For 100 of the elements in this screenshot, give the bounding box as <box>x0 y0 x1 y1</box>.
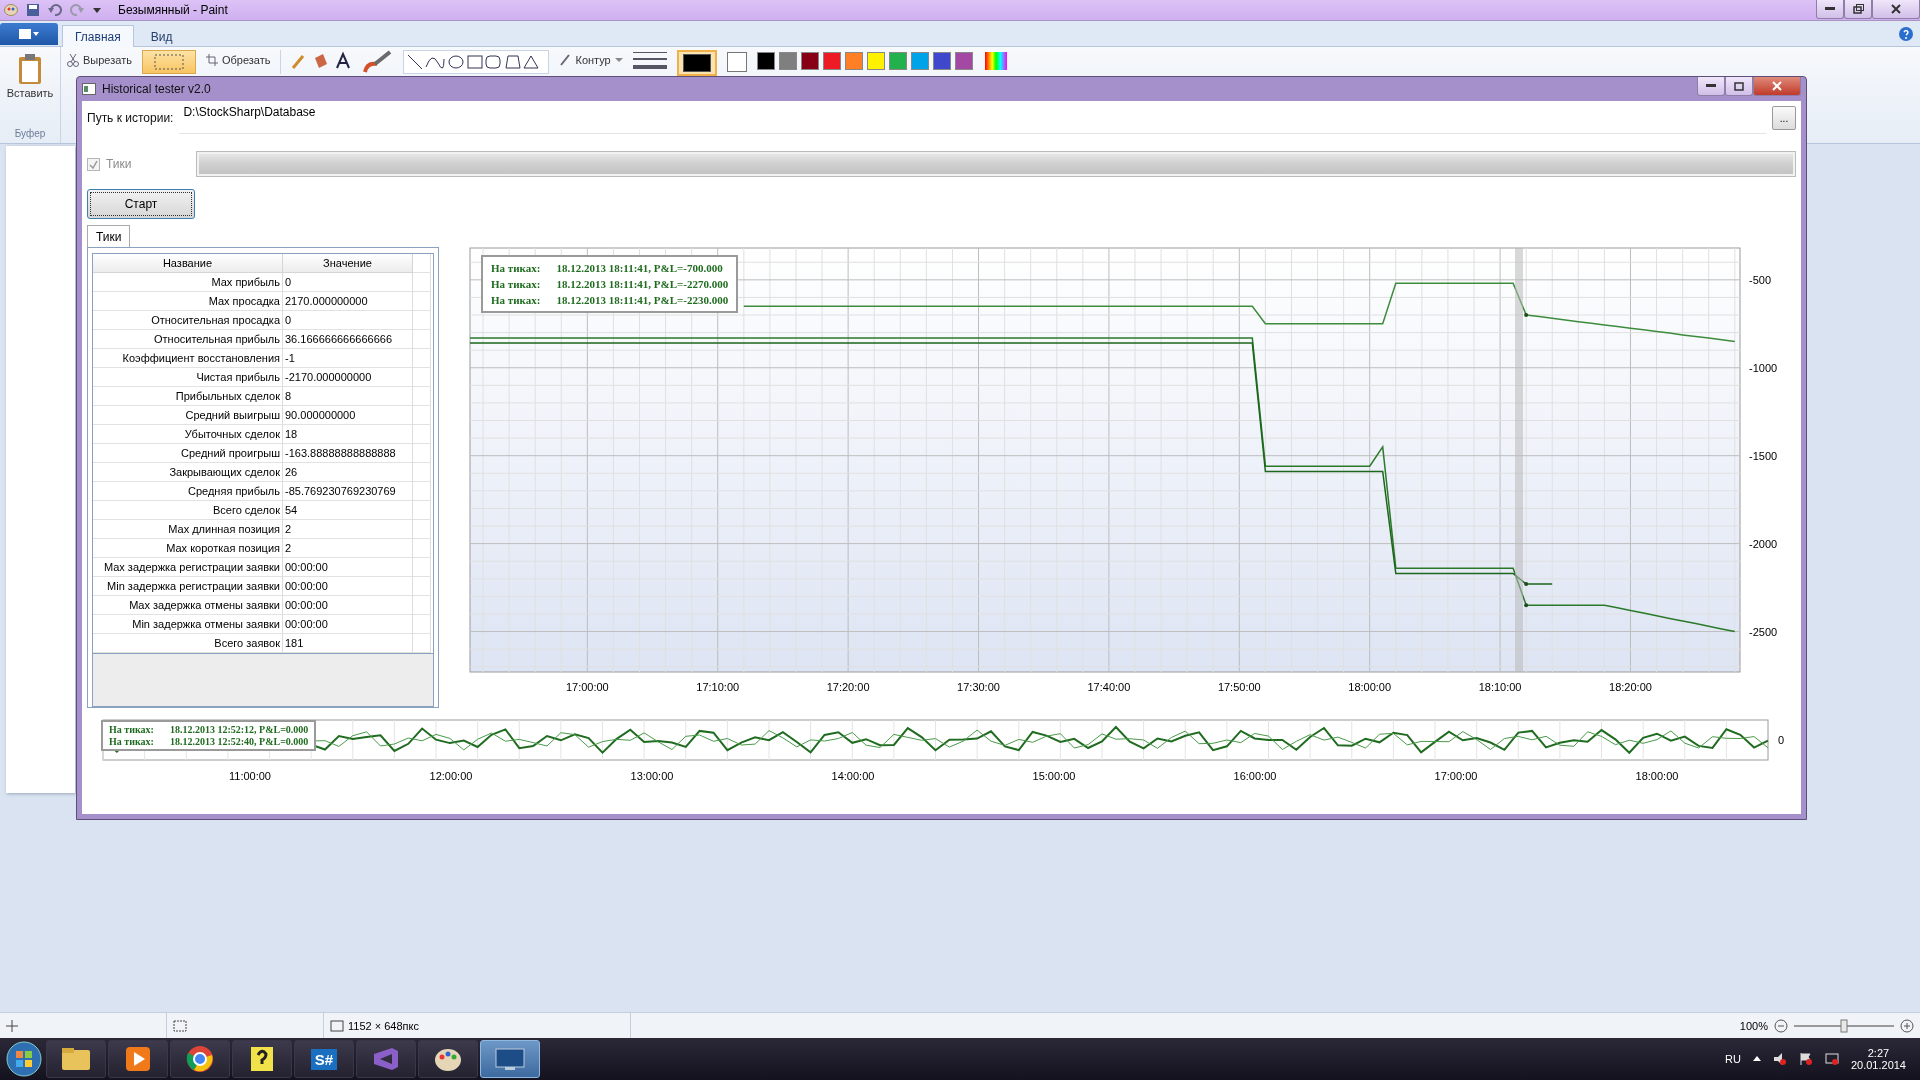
table-cell: 0 <box>283 311 413 330</box>
column-header[interactable]: Значение <box>283 254 413 273</box>
x-tick-label: 13:00:00 <box>630 770 674 782</box>
network-icon[interactable] <box>1824 1052 1839 1066</box>
taskbar-app[interactable] <box>46 1040 106 1078</box>
table-cell: Средний проигрыш <box>93 444 283 463</box>
clipboard-icon[interactable] <box>17 53 43 85</box>
table-cell: Относительная прибыль <box>93 330 283 349</box>
table-cell: 2 <box>283 520 413 539</box>
taskbar-app[interactable] <box>418 1040 478 1078</box>
zoom-in-icon[interactable] <box>1900 1018 1914 1033</box>
paste-label[interactable]: Вставить <box>6 87 54 99</box>
restore-button[interactable] <box>1844 0 1872 19</box>
group-label: Буфер <box>14 128 46 139</box>
empty-cell <box>413 330 431 349</box>
table-cell: 0 <box>283 273 413 292</box>
table-cell: 54 <box>283 501 413 520</box>
close-button[interactable] <box>1872 0 1920 19</box>
y-tick-label: 0 <box>1778 734 1785 746</box>
clock-date[interactable]: 20.01.2014 <box>1850 1059 1906 1071</box>
table-cell: Всего заявок <box>93 634 283 653</box>
empty-cell <box>413 634 431 653</box>
x-tick-label: 15:00:00 <box>1032 770 1076 782</box>
legend-label: На тиках: <box>491 262 541 274</box>
palette-swatch[interactable] <box>800 52 819 70</box>
file-menu-button[interactable] <box>0 23 58 45</box>
close-button[interactable] <box>1753 77 1801 96</box>
color-2-swatch[interactable] <box>726 52 747 72</box>
slider-thumb[interactable] <box>1840 1019 1848 1032</box>
help-icon[interactable] <box>1898 26 1914 42</box>
legend-value: 18.12.2013 12:52:12, P&L=0.000 <box>169 724 309 735</box>
palette-swatch[interactable] <box>866 52 885 70</box>
crop-icon[interactable] <box>205 54 218 66</box>
table-cell: Чистая прибыль <box>93 368 283 387</box>
tab[interactable]: Тики <box>87 225 131 247</box>
start-button[interactable]: Старт <box>87 189 195 219</box>
browse-button[interactable]: ... <box>1772 106 1796 130</box>
speaker-icon[interactable] <box>1772 1052 1787 1066</box>
palette-swatch[interactable] <box>888 52 907 70</box>
crop-label[interactable]: Обрезать <box>221 54 271 66</box>
ribbon-tab[interactable]: Главная <box>62 25 134 47</box>
palette-swatch[interactable] <box>756 52 775 70</box>
palette-swatch[interactable] <box>910 52 929 70</box>
table-cell: Max длинная позиция <box>93 520 283 539</box>
empty-cell <box>413 311 431 330</box>
table-cell: Min задержка отмены заявки <box>93 615 283 634</box>
language-indicator[interactable]: RU <box>1725 1053 1741 1065</box>
minimize-button[interactable] <box>1816 0 1844 19</box>
legend-value: 18.12.2013 18:11:41, P&L=-2230.000 <box>556 294 729 306</box>
column-header[interactable]: Название <box>93 254 283 273</box>
palette-swatch[interactable] <box>954 52 973 70</box>
table-cell: Max задержка регистрации заявки <box>93 558 283 577</box>
table-cell: 90.000000000 <box>283 406 413 425</box>
maximize-button[interactable] <box>1725 77 1753 96</box>
flag-icon[interactable] <box>1798 1052 1813 1066</box>
taskbar-app[interactable] <box>170 1040 230 1078</box>
outline-icon[interactable] <box>559 53 572 67</box>
empty-cell <box>413 596 431 615</box>
path-field[interactable]: D:\StockSharp\Database <box>179 102 1766 134</box>
empty-cell <box>413 558 431 577</box>
palette-swatch[interactable] <box>932 52 951 70</box>
legend-label: На тиках: <box>109 736 154 747</box>
line-width-icon[interactable] <box>632 50 667 72</box>
table-cell: Min задержка регистрации заявки <box>93 577 283 596</box>
color-1-button[interactable] <box>676 50 717 76</box>
taskbar-app[interactable] <box>108 1040 168 1078</box>
cut-label[interactable]: Вырезать <box>83 54 132 66</box>
clock-time[interactable]: 2:27 <box>1867 1047 1890 1059</box>
taskbar-app[interactable]: S# <box>294 1040 354 1078</box>
empty-cell <box>413 520 431 539</box>
palette-swatch[interactable] <box>844 52 863 70</box>
table-cell: -163.88888888888888 <box>283 444 413 463</box>
table-cell: Убыточных сделок <box>93 425 283 444</box>
caret-icon[interactable] <box>1752 1056 1761 1062</box>
minimize-button[interactable] <box>1697 77 1725 96</box>
restore-icon <box>1852 4 1864 14</box>
palette-swatch[interactable] <box>822 52 841 70</box>
app-label: S# <box>310 1048 338 1070</box>
x-tick-label: 18:10:00 <box>1478 681 1522 693</box>
save-icon[interactable] <box>26 3 40 17</box>
ribbon-tab[interactable]: Вид <box>137 25 186 47</box>
caret-icon[interactable] <box>92 5 102 15</box>
x-tick-label: 12:00:00 <box>429 770 473 782</box>
minimize-icon <box>1825 7 1835 11</box>
table-cell: 00:00:00 <box>283 615 413 634</box>
empty-cell <box>413 368 431 387</box>
outline-label[interactable]: Контур <box>575 54 611 66</box>
empty-cell <box>413 349 431 368</box>
start-button[interactable] <box>4 1039 44 1079</box>
table-cell: 8 <box>283 387 413 406</box>
color-wheel-icon[interactable] <box>982 50 1009 72</box>
scissors-icon[interactable] <box>67 53 79 67</box>
palette-swatch[interactable] <box>778 52 797 70</box>
undo-icon[interactable] <box>48 3 62 17</box>
brush-icon[interactable] <box>363 50 394 74</box>
ticks-checkbox[interactable] <box>87 157 100 171</box>
x-tick-label: 16:00:00 <box>1233 770 1277 782</box>
zoom-out-icon[interactable] <box>1774 1018 1788 1033</box>
taskbar-app[interactable] <box>232 1040 292 1078</box>
table-cell: 00:00:00 <box>283 596 413 615</box>
